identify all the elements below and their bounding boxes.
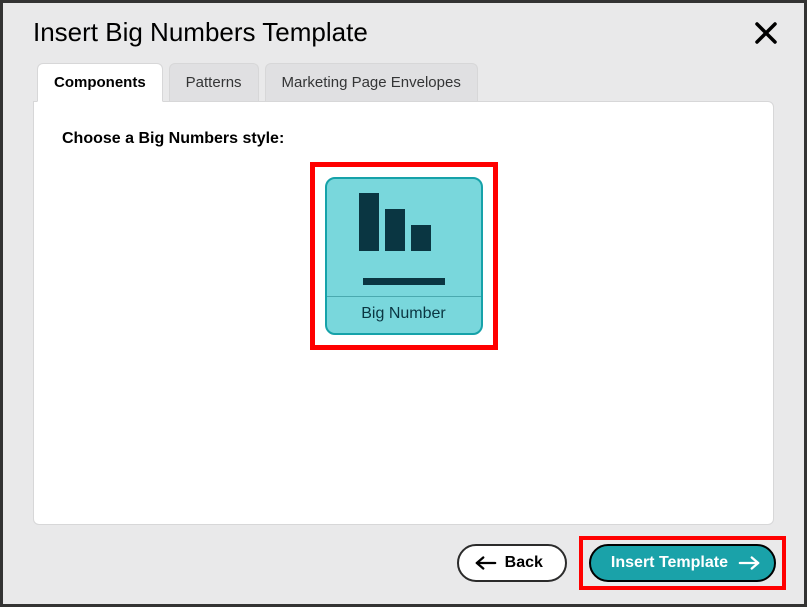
back-button[interactable]: Back (457, 544, 567, 582)
arrow-left-icon (475, 556, 497, 570)
tab-patterns[interactable]: Patterns (169, 63, 259, 101)
dialog-window: Insert Big Numbers Template Components P… (0, 0, 807, 607)
dialog-header: Insert Big Numbers Template (3, 3, 804, 52)
tab-marketing-envelopes[interactable]: Marketing Page Envelopes (265, 63, 478, 101)
close-icon (754, 21, 778, 45)
dialog-title: Insert Big Numbers Template (33, 17, 368, 48)
prompt-label: Choose a Big Numbers style: (62, 130, 745, 148)
back-button-label: Back (505, 554, 543, 572)
dialog-footer: Back Insert Template (457, 536, 786, 590)
big-number-tile[interactable]: Big Number (325, 177, 483, 335)
highlight-box: Big Number (310, 162, 498, 350)
tab-components[interactable]: Components (37, 63, 163, 102)
tab-panel: Choose a Big Numbers style: Big Number (33, 101, 774, 525)
options-area: Big Number (62, 162, 745, 350)
insert-template-button[interactable]: Insert Template (589, 544, 776, 582)
insert-button-label: Insert Template (611, 554, 728, 572)
bar-chart-icon (359, 193, 449, 283)
close-button[interactable] (752, 19, 780, 47)
tile-label: Big Number (327, 296, 481, 333)
arrow-right-icon (738, 556, 760, 570)
insert-highlight: Insert Template (579, 536, 786, 590)
tab-bar: Components Patterns Marketing Page Envel… (3, 62, 804, 101)
